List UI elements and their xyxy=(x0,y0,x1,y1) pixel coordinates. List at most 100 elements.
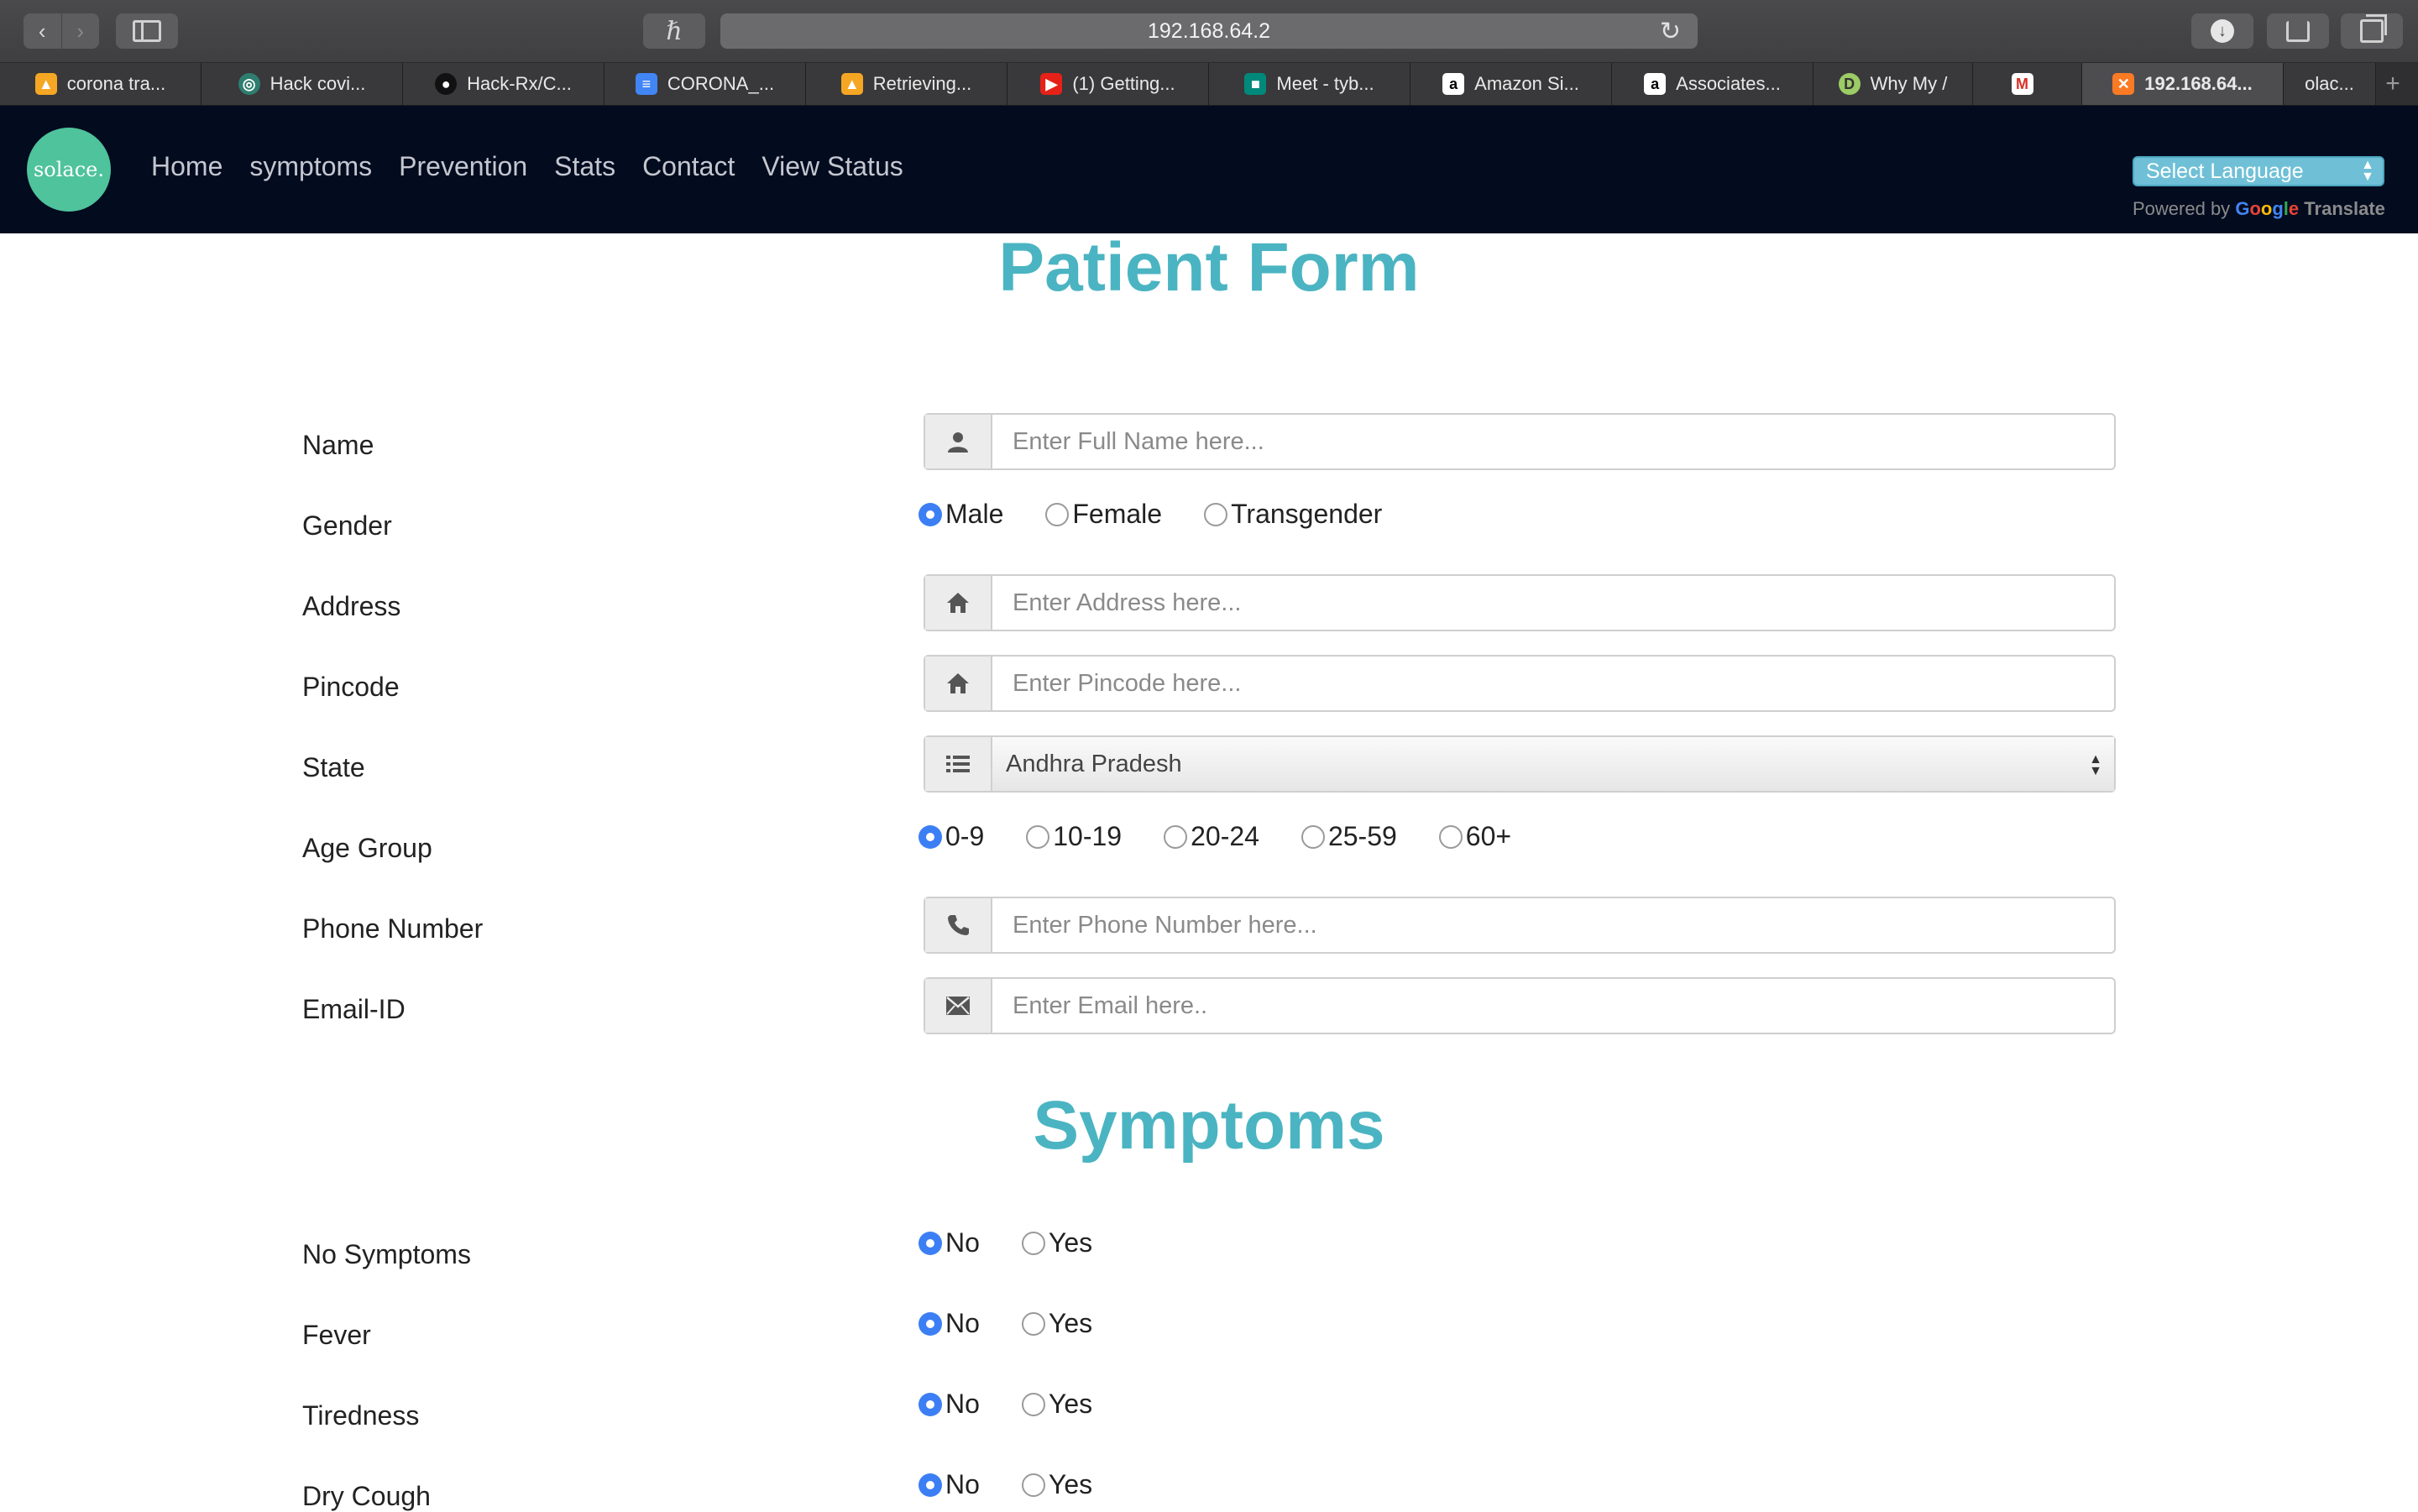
radio-button[interactable] xyxy=(919,1473,942,1497)
radio-label: No xyxy=(945,1308,980,1338)
tab-label: Associates... xyxy=(1676,73,1781,94)
translate-link[interactable]: Translate xyxy=(2304,198,2385,219)
radio-button[interactable] xyxy=(1026,824,1050,849)
radio-button[interactable] xyxy=(1438,824,1463,849)
downloads-button[interactable]: ↓ xyxy=(2191,13,2253,49)
address-bar[interactable]: 192.168.64.2 ↻ xyxy=(720,13,1698,49)
browser-tab[interactable]: ● Hack-Rx/C... xyxy=(403,63,604,105)
radio-button[interactable] xyxy=(1021,1231,1045,1255)
fever-option-yes[interactable]: Yes xyxy=(1021,1308,1092,1339)
radio-button[interactable] xyxy=(919,502,942,526)
tiredness-option-no[interactable]: No xyxy=(919,1389,980,1420)
github-icon: ● xyxy=(435,73,458,95)
language-select[interactable]: Select Language ▲ ▼ xyxy=(2133,156,2384,186)
address-input[interactable] xyxy=(992,576,2114,630)
tab-label: olac... xyxy=(2305,73,2354,94)
nav-stats[interactable]: Stats xyxy=(554,151,615,182)
radio-button[interactable] xyxy=(1021,1311,1045,1336)
dry-cough-option-no[interactable]: No xyxy=(919,1469,980,1500)
radio-button[interactable] xyxy=(919,1311,942,1336)
dry-cough-option-yes[interactable]: Yes xyxy=(1021,1469,1092,1500)
sidebar-toggle-button[interactable] xyxy=(116,13,178,49)
browser-tab[interactable]: a Amazon Si... xyxy=(1410,63,1612,105)
extension-button[interactable]: ℏ xyxy=(643,13,705,49)
browser-tab[interactable]: ▲ Retrieving... xyxy=(806,63,1008,105)
hackathon-icon: ◎ xyxy=(238,73,260,95)
radio-button[interactable] xyxy=(919,1231,942,1255)
tab-label: Meet - tyb... xyxy=(1276,73,1374,94)
gmail-icon: M xyxy=(2011,73,2033,95)
no-symptoms-option-no[interactable]: No xyxy=(919,1227,980,1258)
share-button[interactable] xyxy=(2267,13,2329,49)
tab-label: Hack covi... xyxy=(270,73,366,94)
back-button[interactable]: ‹ xyxy=(24,13,61,49)
phone-input[interactable] xyxy=(992,898,2114,952)
user-icon xyxy=(925,415,992,468)
home-icon xyxy=(925,576,992,630)
phone-input-group xyxy=(924,897,2116,954)
main-menu: Home symptoms Prevention Stats Contact V… xyxy=(151,151,903,182)
browser-tab[interactable]: a Associates... xyxy=(1612,63,1814,105)
radio-button[interactable] xyxy=(1164,824,1188,849)
nav-symptoms[interactable]: symptoms xyxy=(249,151,372,182)
browser-tab-active[interactable]: ✕ 192.168.64... xyxy=(2082,63,2284,105)
gender-option-male[interactable]: Male xyxy=(919,499,1003,530)
radio-button[interactable] xyxy=(1045,502,1070,526)
radio-label: No xyxy=(945,1389,980,1419)
tab-label: Retrieving... xyxy=(872,73,972,94)
age-group-label: Age Group xyxy=(302,833,432,863)
language-select-label: Select Language xyxy=(2146,159,2304,183)
age-option-10-19[interactable]: 10-19 xyxy=(1026,821,1122,852)
radio-button[interactable] xyxy=(919,824,942,849)
fever-option-no[interactable]: No xyxy=(919,1308,980,1339)
radio-button[interactable] xyxy=(1021,1392,1045,1416)
browser-tab[interactable]: M xyxy=(1973,63,2082,105)
solace-logo[interactable]: solace. xyxy=(27,128,111,212)
gender-option-female[interactable]: Female xyxy=(1045,499,1162,530)
email-input[interactable] xyxy=(992,979,2114,1033)
name-input-group xyxy=(924,413,2116,470)
fever-radio-group: No Yes xyxy=(919,1308,1134,1339)
new-tab-button[interactable]: + xyxy=(2376,63,2410,105)
no-symptoms-option-yes[interactable]: Yes xyxy=(1021,1227,1092,1258)
age-option-20-24[interactable]: 20-24 xyxy=(1164,821,1259,852)
browser-tab[interactable]: ▶ (1) Getting... xyxy=(1008,63,1209,105)
state-select[interactable]: Andhra Pradesh ▲ ▼ xyxy=(992,737,2114,791)
forward-button[interactable]: › xyxy=(60,13,100,49)
tabs-icon xyxy=(2360,14,2387,43)
nav-prevention[interactable]: Prevention xyxy=(399,151,527,182)
browser-tab[interactable]: ≡ CORONA_... xyxy=(604,63,806,105)
tiredness-option-yes[interactable]: Yes xyxy=(1021,1389,1092,1420)
nav-home[interactable]: Home xyxy=(151,151,222,182)
youtube-icon: ▶ xyxy=(1040,73,1063,95)
google-letter: G xyxy=(2235,198,2250,219)
tab-overview-button[interactable] xyxy=(2341,13,2403,49)
name-input[interactable] xyxy=(992,415,2114,468)
age-option-0-9[interactable]: 0-9 xyxy=(919,821,984,852)
browser-tab[interactable]: D Why My / xyxy=(1814,63,1973,105)
browser-tab[interactable]: ■ Meet - tyb... xyxy=(1209,63,1410,105)
pincode-input[interactable] xyxy=(992,657,2114,710)
gender-option-transgender[interactable]: Transgender xyxy=(1204,499,1382,530)
select-arrows-icon: ▲ ▼ xyxy=(2089,752,2102,778)
radio-button[interactable] xyxy=(1021,1473,1045,1497)
phone-icon xyxy=(925,898,992,952)
symptoms-title: Symptoms xyxy=(1033,1087,1385,1164)
firebase-icon: ▲ xyxy=(34,73,57,95)
amazon-icon: a xyxy=(1442,73,1465,95)
age-option-25-59[interactable]: 25-59 xyxy=(1301,821,1397,852)
radio-button[interactable] xyxy=(919,1392,942,1416)
reload-icon[interactable]: ↻ xyxy=(1660,17,1681,46)
nav-view-status[interactable]: View Status xyxy=(762,151,903,182)
radio-button[interactable] xyxy=(1204,502,1228,526)
nav-contact[interactable]: Contact xyxy=(642,151,735,182)
browser-tab[interactable]: olac... xyxy=(2284,63,2376,105)
email-label: Email-ID xyxy=(302,994,406,1024)
address-input-group xyxy=(924,574,2116,631)
radio-button[interactable] xyxy=(1301,824,1325,849)
age-group-radio-group: 0-9 10-19 20-24 25-59 60+ xyxy=(919,821,1553,852)
browser-tab[interactable]: ◎ Hack covi... xyxy=(202,63,403,105)
symptom-label-tiredness: Tiredness xyxy=(302,1400,420,1431)
browser-tab[interactable]: ▲ corona tra... xyxy=(0,63,202,105)
age-option-60-plus[interactable]: 60+ xyxy=(1438,821,1511,852)
